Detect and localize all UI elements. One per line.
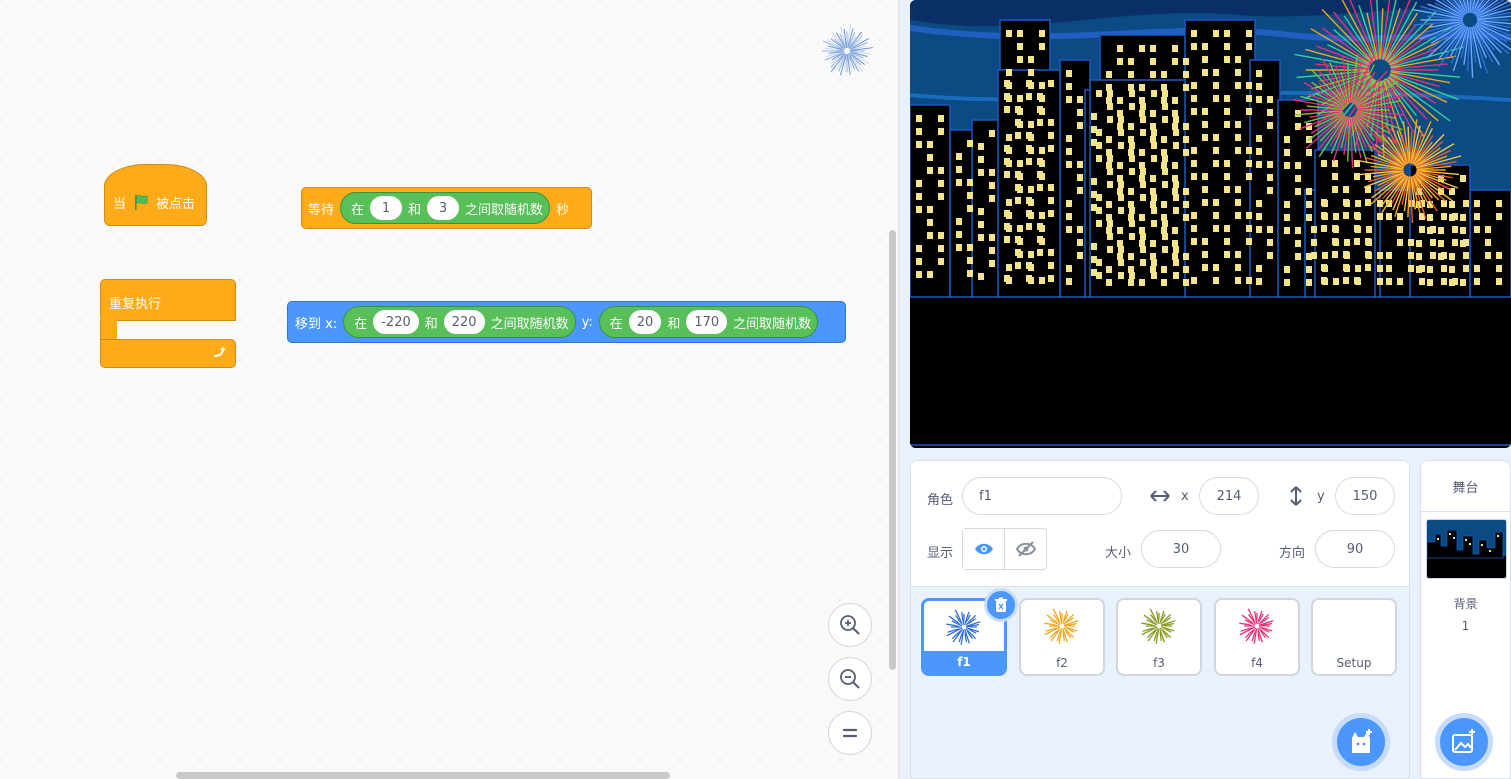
random-x-from-input[interactable]: -220 [373, 310, 419, 334]
loop-arrow-icon [213, 347, 226, 357]
reporter-and: 和 [667, 316, 681, 332]
choose-backdrop-button[interactable] [1435, 713, 1493, 771]
eye-icon [974, 543, 993, 555]
forever-footer [100, 339, 236, 368]
add-backdrop-icon [1452, 729, 1475, 753]
firework-sprite-icon [1044, 608, 1080, 644]
random-reporter-x[interactable]: 在 -220 和 220 之间取随机数 [343, 306, 576, 338]
reporter-suffix: 之间取随机数 [490, 316, 569, 332]
random-from-input[interactable]: 1 [370, 196, 403, 220]
direction-label: 方向 [1279, 546, 1306, 561]
y-input[interactable]: 150 [1335, 477, 1395, 515]
sprite-thumbnail [1216, 600, 1298, 652]
move-y-label: y: [581, 314, 593, 330]
code-workspace[interactable] [0, 0, 900, 779]
sprite-thumbnail [1118, 600, 1200, 652]
sprite-tile-f2[interactable]: f2 [1019, 598, 1105, 676]
backdrops-label: 背景 [1453, 597, 1478, 611]
sprite-name-input[interactable]: f1 [962, 477, 1122, 515]
go-to-xy-block[interactable]: 移到 x: 在 -220 和 220 之间取随机数 y: 在 20 和 170 … [287, 301, 846, 343]
sprite-info: 角色 f1 x 214 y 150 显示 大小 30 方向 90 [911, 461, 1409, 587]
show-label: 显示 [927, 546, 954, 561]
zoom-in-button[interactable] [828, 603, 872, 647]
hide-button[interactable] [1005, 529, 1046, 569]
size-input[interactable]: 30 [1141, 530, 1221, 568]
random-reporter-y[interactable]: 在 20 和 170 之间取随机数 [598, 306, 819, 338]
wait-block[interactable]: 等待 在 1 和 3 之间取随机数 秒 [301, 187, 592, 229]
delete-sprite-button[interactable] [984, 588, 1018, 622]
sprite-name: f1 [924, 651, 1004, 673]
wait-unit-label: 秒 [556, 202, 570, 218]
workspace-horizontal-scrollbar[interactable] [176, 772, 670, 779]
reporter-prefix: 在 [351, 202, 365, 218]
sprite-name-label: 角色 [927, 493, 954, 508]
visibility-toggle [962, 528, 1047, 570]
firework-sprite-icon [1239, 608, 1275, 644]
when-flag-clicked-block[interactable]: 当 被点击 [104, 164, 207, 226]
x-input[interactable]: 214 [1199, 477, 1259, 515]
workspace-vertical-scrollbar[interactable] [889, 230, 896, 670]
zoom-reset-button[interactable] [828, 711, 872, 755]
sprite-tile-f4[interactable]: f4 [1214, 598, 1300, 676]
sprite-tile-f3[interactable]: f3 [1116, 598, 1202, 676]
wait-label: 等待 [308, 202, 335, 218]
choose-sprite-button[interactable] [1332, 713, 1390, 771]
stage-title: 舞台 [1421, 461, 1510, 512]
show-button[interactable] [963, 529, 1005, 569]
firework-sprite-icon [1141, 608, 1177, 644]
sprite-thumbnail [1021, 600, 1103, 652]
direction-input[interactable]: 90 [1315, 530, 1395, 568]
sprite-name: f2 [1056, 656, 1068, 670]
forever-label: 重复执行 [109, 297, 162, 312]
backdrop-thumbnail-icon [1427, 520, 1506, 578]
hat-clicked-label: 被点击 [156, 196, 196, 212]
y-label: y [1317, 489, 1325, 504]
random-y-to-input[interactable]: 170 [686, 310, 728, 334]
cat-add-icon [1352, 729, 1372, 753]
forever-header: 重复执行 [100, 279, 236, 321]
green-flag-icon [135, 195, 148, 210]
size-label: 大小 [1105, 546, 1132, 561]
panel-divider [898, 0, 900, 779]
zoom-out-icon [840, 669, 860, 689]
forever-arm [100, 319, 117, 341]
firework-sprite-icon [946, 609, 982, 645]
x-arrows-icon [1150, 490, 1170, 502]
reporter-suffix: 之间取随机数 [733, 316, 812, 332]
move-label: 移到 x: [295, 316, 338, 332]
backdrops-count: 1 [1461, 619, 1470, 633]
stage-canvas[interactable] [910, 0, 1511, 448]
reporter-prefix: 在 [354, 316, 368, 332]
forever-block[interactable]: 重复执行 [100, 279, 236, 368]
sprite-preview-icon [821, 25, 873, 76]
sprite-name: f3 [1153, 656, 1165, 670]
zoom-reset-icon [842, 728, 858, 738]
zoom-in-icon [840, 615, 860, 635]
trash-icon [995, 597, 1007, 612]
zoom-out-button[interactable] [828, 657, 872, 701]
stage-thumbnail[interactable] [1426, 519, 1507, 579]
random-reporter[interactable]: 在 1 和 3 之间取随机数 [340, 192, 551, 224]
sprite-tile-setup[interactable]: Setup [1311, 598, 1397, 676]
city-fireworks-backdrop [910, 0, 1511, 448]
hat-when-label: 当 [113, 196, 127, 212]
sprite-name: Setup [1336, 656, 1372, 670]
x-label: x [1181, 489, 1189, 504]
random-to-input[interactable]: 3 [427, 196, 460, 220]
eye-slash-icon [1015, 541, 1036, 557]
reporter-and: 和 [424, 316, 438, 332]
y-arrows-icon [1290, 486, 1302, 506]
reporter-suffix: 之间取随机数 [465, 202, 544, 218]
random-x-to-input[interactable]: 220 [443, 310, 485, 334]
reporter-prefix: 在 [609, 316, 623, 332]
reporter-and: 和 [408, 202, 422, 218]
random-y-from-input[interactable]: 20 [628, 310, 662, 334]
sprite-name: f4 [1251, 656, 1263, 670]
